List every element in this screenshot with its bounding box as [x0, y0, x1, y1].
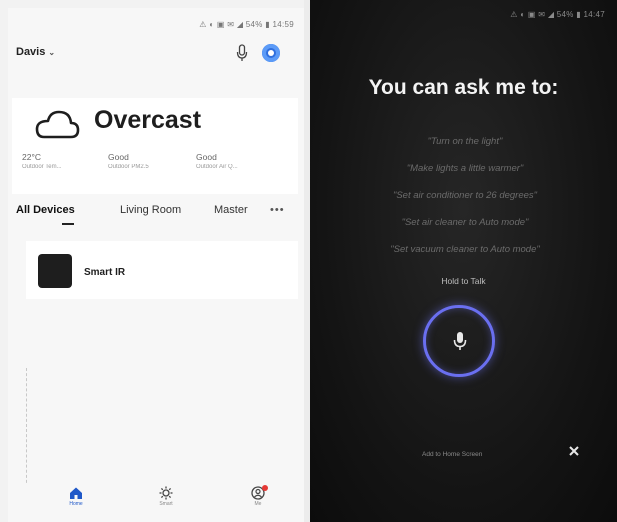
user-name: Davis — [16, 46, 46, 58]
suggestion-item: "Set vacuum cleaner to Auto mode" — [390, 244, 540, 255]
nav-home[interactable]: Home — [56, 486, 96, 507]
stat-value: Good — [108, 152, 129, 162]
home-screen: ⚠ ◐ ▣ ✉ ◢ 54% ▮ 14:59 Davis ⌄ Overcast 22… — [8, 8, 304, 522]
nav-label: Me — [254, 501, 262, 507]
hold-to-talk-button[interactable] — [423, 305, 495, 377]
device-name: Smart IR — [84, 267, 126, 278]
suggestion-item: "Set air cleaner to Auto mode" — [401, 217, 529, 228]
weather-condition: Overcast — [94, 106, 202, 134]
device-card-smart-ir[interactable]: Smart IR — [26, 241, 298, 299]
tab-living-room[interactable]: Living Room — [120, 204, 181, 216]
more-icon[interactable]: ••• — [270, 204, 285, 216]
stat-outdoor-temp: 22°C Outdoor Tem... — [22, 152, 102, 170]
suggestion-item: "Set air conditioner to 26 degrees" — [392, 190, 538, 201]
nav-me[interactable]: Me — [238, 485, 278, 507]
nav-label: Smart — [159, 501, 173, 507]
home-icon — [70, 487, 82, 499]
voice-assistant-icon[interactable] — [262, 44, 280, 62]
chevron-down-icon: ⌄ — [48, 48, 56, 57]
decorative-divider — [26, 368, 27, 488]
stat-value: 22°C — [22, 152, 41, 162]
status-bar: ⚠ ◐ ▣ ✉ ◢ 54% ▮ 14:59 — [199, 20, 294, 29]
stat-value: Good — [196, 152, 217, 162]
microphone-icon — [453, 332, 467, 350]
active-tab-indicator — [62, 223, 74, 225]
microphone-icon[interactable] — [236, 44, 248, 62]
nav-smart[interactable]: Smart — [146, 486, 186, 507]
suggestion-item: "Make lights a little warmer" — [406, 163, 524, 174]
cloud-icon — [35, 110, 80, 139]
stat-label: Outdoor Air Q... — [196, 164, 238, 170]
suggestion-list: "Turn on the light" "Make lights a littl… — [330, 128, 600, 263]
room-tabs: All Devices Living Room Master — [8, 200, 304, 226]
stat-outdoor-pm25: Good Outdoor PM2.5 — [108, 152, 188, 170]
voice-assistant-screen: ⚠ ◐ ▣ ✉ ◢ 54% ▮ 14:47 You can ask me to:… — [310, 0, 617, 522]
device-thumbnail — [38, 254, 72, 288]
nav-label: Home — [69, 501, 83, 507]
status-bar: ⚠ ◐ ▣ ✉ ◢ 54% ▮ 14:47 — [510, 10, 605, 19]
tab-master[interactable]: Master — [214, 204, 248, 216]
notification-badge — [262, 485, 268, 491]
user-switcher[interactable]: Davis ⌄ — [16, 46, 55, 58]
close-icon[interactable] — [567, 444, 581, 458]
stat-outdoor-air-quality: Good Outdoor Air Q... — [196, 152, 276, 170]
add-to-home-screen-link[interactable]: Add to Home Screen — [422, 451, 482, 458]
home-header: Davis ⌄ — [8, 44, 304, 68]
hold-to-talk-label: Hold to Talk — [441, 276, 486, 286]
stat-label: Outdoor PM2.5 — [108, 164, 149, 170]
smart-icon — [159, 486, 173, 500]
tab-all-devices[interactable]: All Devices — [16, 204, 75, 216]
bottom-navigation: Home Smart Me — [8, 484, 304, 522]
weather-card: Overcast 22°C Outdoor Tem... Good Outdoo… — [12, 98, 298, 194]
stat-label: Outdoor Tem... — [22, 164, 62, 170]
assistant-title: You can ask me to: — [368, 76, 559, 99]
suggestion-item: "Turn on the light" — [427, 136, 503, 147]
